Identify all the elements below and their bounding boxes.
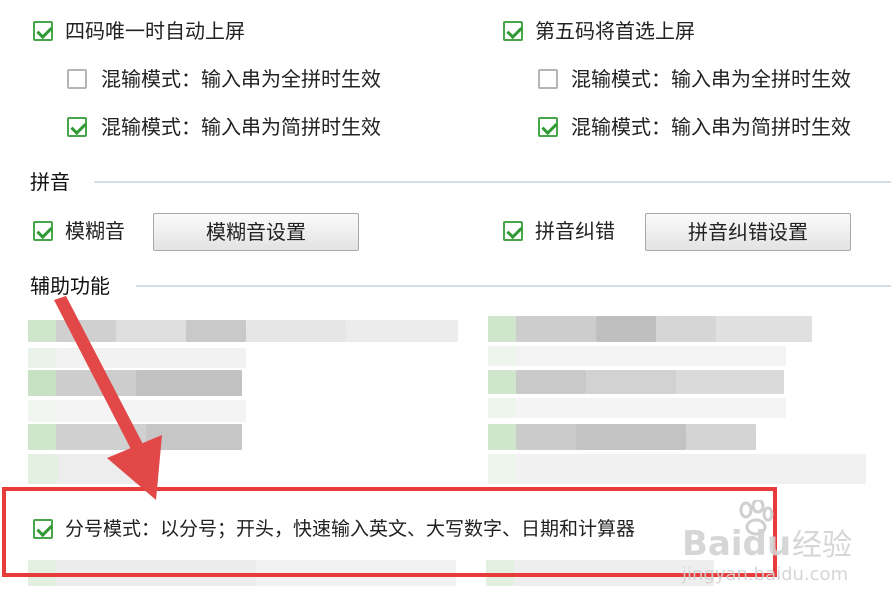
watermark: Baidu 经验 jingyan.baidu.com <box>660 500 891 595</box>
watermark-url: jingyan.baidu.com <box>682 564 849 585</box>
watermark-brand-cn: 经验 <box>792 528 852 563</box>
watermark-brand: Baidu <box>682 524 792 564</box>
